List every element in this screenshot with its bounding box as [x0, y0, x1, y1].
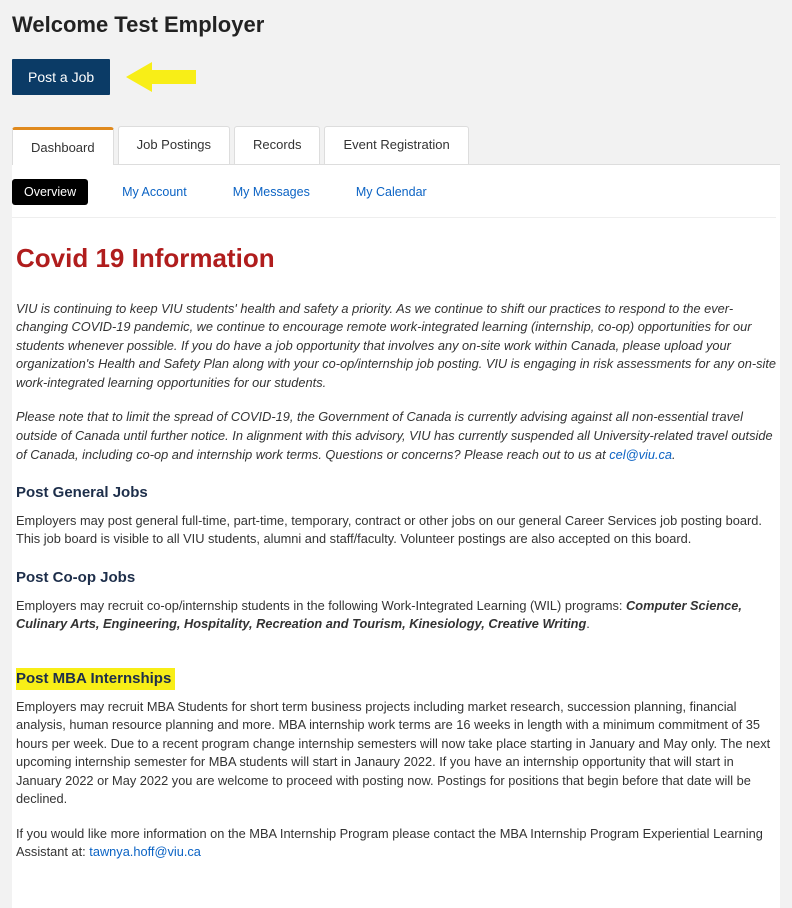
tab-event-registration[interactable]: Event Registration	[324, 126, 468, 164]
tab-records[interactable]: Records	[234, 126, 320, 164]
sub-tabs: Overview My Account My Messages My Calen…	[12, 179, 776, 218]
subtab-my-calendar[interactable]: My Calendar	[344, 179, 439, 205]
tab-dashboard[interactable]: Dashboard	[12, 127, 114, 165]
post-general-jobs-body: Employers may post general full-time, pa…	[16, 512, 776, 549]
subtab-my-messages[interactable]: My Messages	[221, 179, 322, 205]
covid-paragraph-1: VIU is continuing to keep VIU students' …	[16, 300, 776, 393]
coop-body-suffix: .	[586, 616, 590, 631]
covid-heading: Covid 19 Information	[16, 240, 776, 278]
covid-p2-suffix: .	[672, 447, 676, 462]
cel-email-link[interactable]: cel@viu.ca	[609, 447, 672, 462]
post-job-button[interactable]: Post a Job	[12, 59, 110, 95]
post-general-jobs-heading: Post General Jobs	[16, 482, 776, 504]
post-mba-contact: If you would like more information on th…	[16, 825, 776, 862]
covid-paragraph-2: Please note that to limit the spread of …	[16, 408, 776, 464]
post-coop-jobs-heading: Post Co-op Jobs	[16, 567, 776, 589]
tab-job-postings[interactable]: Job Postings	[118, 126, 230, 164]
post-mba-body: Employers may recruit MBA Students for s…	[16, 698, 776, 809]
subtab-overview[interactable]: Overview	[12, 179, 88, 205]
dashboard-content: Covid 19 Information VIU is continuing t…	[12, 240, 780, 862]
content-panel: Overview My Account My Messages My Calen…	[12, 165, 780, 908]
main-tabs: Dashboard Job Postings Records Event Reg…	[12, 126, 780, 165]
mba-contact-link[interactable]: tawnya.hoff@viu.ca	[89, 844, 201, 859]
coop-body-prefix: Employers may recruit co-op/internship s…	[16, 598, 626, 613]
page-title: Welcome Test Employer	[12, 12, 780, 38]
post-mba-internships-heading: Post MBA Internships	[16, 668, 175, 690]
post-job-row: Post a Job	[12, 56, 780, 98]
post-coop-jobs-body: Employers may recruit co-op/internship s…	[16, 597, 776, 634]
subtab-my-account[interactable]: My Account	[110, 179, 199, 205]
arrow-left-icon	[122, 56, 202, 98]
